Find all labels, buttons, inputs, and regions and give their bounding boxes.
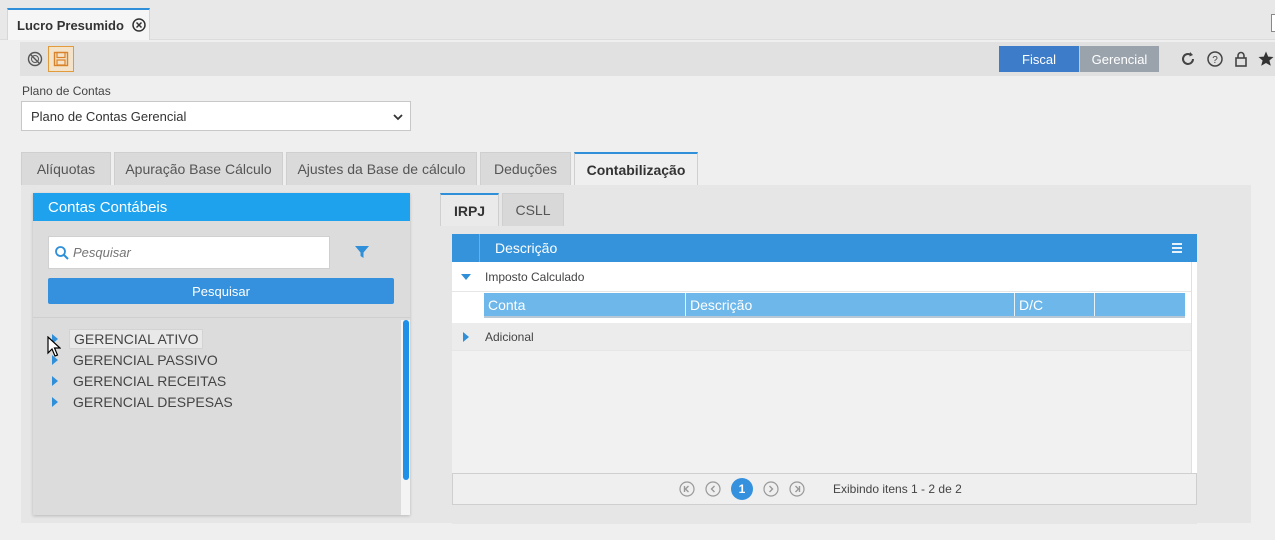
panel-title: Contas Contábeis <box>33 193 410 221</box>
tab-contabilizacao[interactable]: Contabilização <box>574 152 698 185</box>
tab-csll[interactable]: CSLL <box>502 193 564 226</box>
mouse-cursor-icon <box>47 336 61 357</box>
tree-item-gerencial-receitas[interactable]: GERENCIAL RECEITAS <box>51 370 237 391</box>
grid-footer-space <box>452 505 1197 524</box>
plano-label: Plano de Contas <box>22 84 111 98</box>
tab-aliquotas[interactable]: Alíquotas <box>21 152 111 185</box>
group-row-imposto-calculado[interactable]: Imposto Calculado <box>452 262 1191 292</box>
grid-header: Descrição <box>452 234 1197 262</box>
tab-deducoes[interactable]: Deduções <box>480 152 571 185</box>
caret-down-icon <box>461 273 471 280</box>
search-button[interactable]: Pesquisar <box>48 278 394 304</box>
tree-item-label: GERENCIAL PASSIVO <box>73 351 218 368</box>
refresh-icon[interactable] <box>1179 50 1197 68</box>
tab-ajustes-base-calculo[interactable]: Ajustes da Base de cálculo <box>286 152 477 185</box>
tab-apuracao-base-calculo[interactable]: Apuração Base Cálculo <box>114 152 283 185</box>
sub-tabs: IRPJ CSLL <box>440 193 567 226</box>
column-descricao[interactable]: Descrição <box>686 293 1015 316</box>
contabilizacao-grid: Descrição Imposto Calculado Conta Descri… <box>452 234 1197 524</box>
cancel-icon <box>27 51 43 67</box>
tab-irpj[interactable]: IRPJ <box>440 193 499 226</box>
tree-item-gerencial-ativo[interactable]: GERENCIAL ATIVO <box>51 328 237 349</box>
grid-header-descricao[interactable]: Descrição <box>495 240 557 256</box>
save-icon <box>53 51 69 67</box>
divider <box>33 317 410 318</box>
next-page-icon[interactable] <box>763 481 779 497</box>
document-tab-label: Lucro Presumido <box>17 17 124 33</box>
search-box <box>48 236 330 269</box>
expand-arrow-icon[interactable] <box>51 375 59 386</box>
previous-page-icon[interactable] <box>705 481 721 497</box>
search-input[interactable] <box>73 245 313 260</box>
column-menu-icon[interactable] <box>1171 242 1183 254</box>
svg-text:?: ? <box>1212 55 1218 66</box>
current-page-button[interactable]: 1 <box>731 478 753 500</box>
search-icon <box>55 245 69 260</box>
tree-item-label: GERENCIAL ATIVO <box>69 328 204 349</box>
save-button[interactable] <box>48 46 74 72</box>
tree-item-gerencial-passivo[interactable]: GERENCIAL PASSIVO <box>51 349 237 370</box>
contas-contabeis-panel: Contas Contábeis Pesquisar GERENCIAL ATI… <box>33 193 410 515</box>
first-page-icon[interactable] <box>679 481 695 497</box>
last-page-icon[interactable] <box>789 481 805 497</box>
column-dc[interactable]: D/C <box>1015 293 1095 316</box>
collapse-toggle[interactable] <box>452 262 480 292</box>
toolbar: Fiscal Gerencial ? <box>20 42 1275 76</box>
plano-selected-value: Plano de Contas Gerencial <box>31 108 187 124</box>
tree-item-label: GERENCIAL RECEITAS <box>73 372 227 389</box>
panel-toggle-icon[interactable] <box>1271 14 1275 32</box>
document-tabstrip: Lucro Presumido <box>0 0 1275 40</box>
group-label: Imposto Calculado <box>485 269 585 284</box>
cancel-button[interactable] <box>22 46 48 72</box>
tree-item-gerencial-despesas[interactable]: GERENCIAL DESPESAS <box>51 391 237 412</box>
star-icon[interactable] <box>1257 50 1275 68</box>
expand-toggle[interactable] <box>452 322 480 352</box>
main-tabs: Alíquotas Apuração Base Cálculo Ajustes … <box>21 152 701 185</box>
lock-icon[interactable] <box>1232 50 1250 68</box>
detail-grid: Conta Descrição D/C <box>452 292 1191 323</box>
filter-icon[interactable] <box>354 244 370 260</box>
group-row-adicional[interactable]: Adicional <box>452 323 1191 351</box>
chevron-down-icon <box>393 114 403 121</box>
grid-body: Imposto Calculado Conta Descrição D/C Ad… <box>452 262 1191 473</box>
expand-arrow-icon[interactable] <box>51 396 59 407</box>
gerencial-button[interactable]: Gerencial <box>1079 46 1159 72</box>
plano-select[interactable]: Plano de Contas Gerencial <box>21 101 411 131</box>
scrollbar[interactable] <box>403 320 409 480</box>
pager: 1 Exibindo itens 1 - 2 de 2 <box>452 473 1197 505</box>
detail-grid-header: Conta Descrição D/C <box>484 293 1185 318</box>
account-tree: GERENCIAL ATIVO GERENCIAL PASSIVO GERENC… <box>51 328 237 412</box>
grid-scrollbar[interactable] <box>1191 262 1197 473</box>
help-icon[interactable]: ? <box>1206 50 1224 68</box>
column-conta[interactable]: Conta <box>484 293 686 316</box>
fiscal-button[interactable]: Fiscal <box>999 46 1079 72</box>
column-extra <box>1095 293 1185 316</box>
tree-item-label: GERENCIAL DESPESAS <box>73 393 233 410</box>
caret-right-icon <box>463 331 469 342</box>
close-icon[interactable] <box>132 18 146 32</box>
pager-info: Exibindo itens 1 - 2 de 2 <box>833 482 962 496</box>
mode-switch: Fiscal Gerencial <box>999 46 1159 72</box>
grid-header-spacer <box>452 234 480 262</box>
group-label: Adicional <box>485 329 534 344</box>
document-tab[interactable]: Lucro Presumido <box>7 8 150 40</box>
